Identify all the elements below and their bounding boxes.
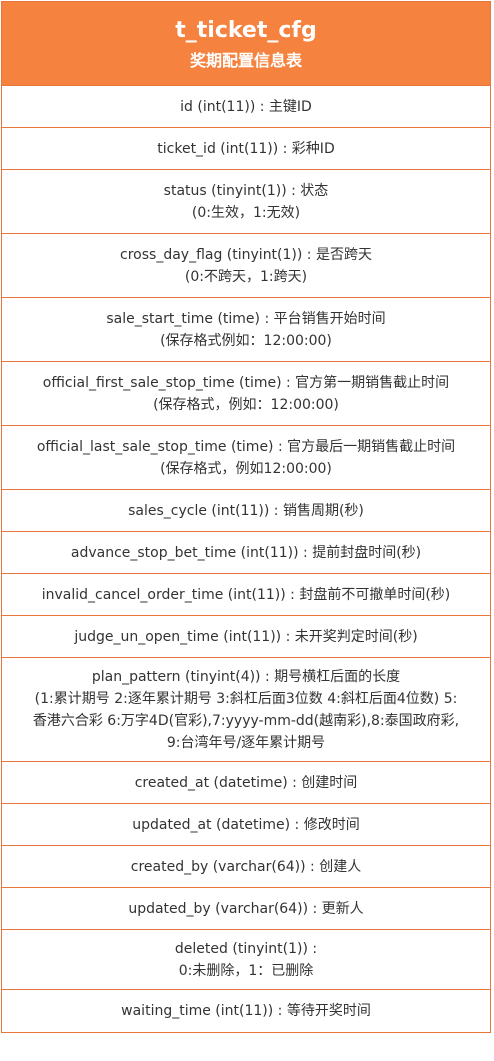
field-text: created_at (datetime) : 创建时间 (134, 774, 358, 791)
field-judge-un-open-time: judge_un_open_time (int(11)) : 未开奖判定时间(秒… (2, 616, 490, 658)
field-waiting-time: waiting_time (int(11)) : 等待开奖时间 (2, 990, 490, 1032)
field-note: 0:未删除，1：已删除 (178, 962, 314, 979)
field-text: official_first_sale_stop_time (time) : 官… (42, 374, 450, 391)
field-text: official_last_sale_stop_time (time) : 官方… (36, 438, 456, 455)
field-cross-day-flag: cross_day_flag (tinyint(1)) : 是否跨天 (0:不跨… (2, 234, 490, 298)
field-text: cross_day_flag (tinyint(1)) : 是否跨天 (120, 246, 372, 263)
field-sales-cycle: sales_cycle (int(11)) : 销售周期(秒) (2, 490, 490, 532)
field-text: judge_un_open_time (int(11)) : 未开奖判定时间(秒… (74, 628, 418, 645)
field-text: updated_by (varchar(64)) : 更新人 (128, 900, 364, 917)
field-text: sales_cycle (int(11)) : 销售周期(秒) (128, 502, 364, 519)
field-text: created_by (varchar(64)) : 创建人 (130, 858, 362, 875)
table-title: t_ticket_cfg (175, 17, 317, 43)
field-text: deleted (tinyint(1)) : (174, 940, 318, 957)
field-updated-at: updated_at (datetime) : 修改时间 (2, 804, 490, 846)
field-note: (保存格式例如：12:00:00) (160, 332, 332, 349)
field-invalid-cancel-order-time: invalid_cancel_order_time (int(11)) : 封盘… (2, 574, 490, 616)
field-text: status (tinyint(1)) : 状态 (163, 182, 329, 199)
field-sale-start-time: sale_start_time (time) : 平台销售开始时间 (保存格式例… (2, 298, 490, 362)
field-text: waiting_time (int(11)) : 等待开奖时间 (121, 1003, 371, 1019)
table-header: t_ticket_cfg 奖期配置信息表 (2, 2, 490, 86)
field-plan-pattern: plan_pattern (tinyint(4)) : 期号横杠后面的长度 (1… (2, 658, 490, 762)
field-text: id (int(11)) : 主键ID (180, 98, 312, 115)
field-text: updated_at (datetime) : 修改时间 (132, 816, 360, 833)
field-ticket-id: ticket_id (int(11)) : 彩种ID (2, 128, 490, 170)
field-id: id (int(11)) : 主键ID (2, 86, 490, 128)
field-note: 9:台湾年号/逐年累计期号 (166, 734, 326, 751)
entity-table: t_ticket_cfg 奖期配置信息表 id (int(11)) : 主键ID… (1, 1, 491, 1033)
field-text: plan_pattern (tinyint(4)) : 期号横杠后面的长度 (91, 668, 401, 685)
field-advance-stop-bet-time: advance_stop_bet_time (int(11)) : 提前封盘时间… (2, 532, 490, 574)
field-note: 香港六合彩 6:万字4D(官彩),7:yyyy-mm-dd(越南彩),8:泰国政… (32, 712, 460, 729)
field-deleted: deleted (tinyint(1)) : 0:未删除，1：已删除 (2, 930, 490, 990)
field-text: invalid_cancel_order_time (int(11)) : 封盘… (41, 586, 451, 603)
field-created-by: created_by (varchar(64)) : 创建人 (2, 846, 490, 888)
field-text: sale_start_time (time) : 平台销售开始时间 (106, 310, 386, 327)
field-note: (保存格式，例如：12:00:00) (153, 396, 339, 413)
field-note: (1:累计期号 2:逐年累计期号 3:斜杠后面3位数 4:斜杠后面4位数) 5: (34, 690, 458, 707)
field-official-first-sale-stop-time: official_first_sale_stop_time (time) : 官… (2, 362, 490, 426)
field-note: (0:生效，1:无效) (191, 204, 301, 221)
field-text: advance_stop_bet_time (int(11)) : 提前封盘时间… (70, 544, 422, 561)
field-text: ticket_id (int(11)) : 彩种ID (157, 140, 335, 157)
field-updated-by: updated_by (varchar(64)) : 更新人 (2, 888, 490, 930)
field-created-at: created_at (datetime) : 创建时间 (2, 762, 490, 804)
field-official-last-sale-stop-time: official_last_sale_stop_time (time) : 官方… (2, 426, 490, 490)
field-status: status (tinyint(1)) : 状态 (0:生效，1:无效) (2, 170, 490, 234)
field-note: (保存格式，例如12:00:00) (160, 460, 332, 477)
table-subtitle: 奖期配置信息表 (189, 50, 302, 70)
field-note: (0:不跨天，1:跨天) (184, 268, 308, 285)
